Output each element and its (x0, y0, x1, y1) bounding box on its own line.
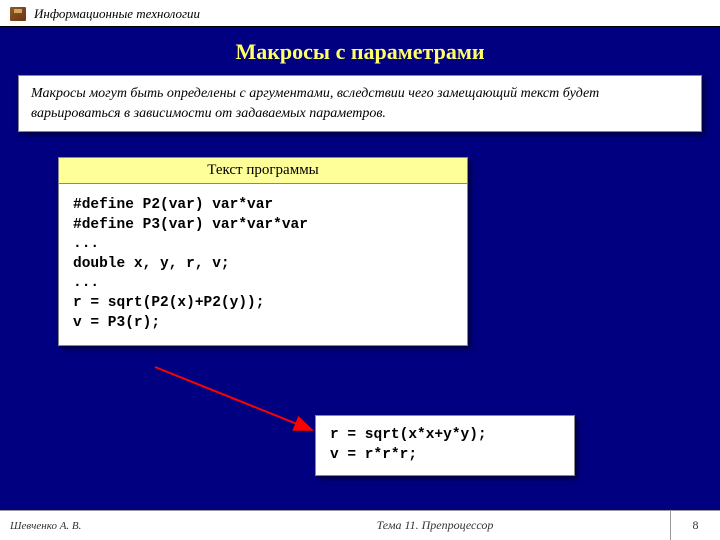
footer-page: 8 (670, 511, 720, 540)
slide-title: Макросы с параметрами (18, 39, 702, 65)
code-content: #define P2(var) var*var #define P3(var) … (59, 184, 467, 345)
code-box-title: Текст программы (59, 158, 467, 184)
header-bar: Информационные технологии (0, 0, 720, 27)
header-text: Информационные технологии (34, 6, 200, 22)
books-icon (10, 7, 26, 21)
footer-bar: Шевченко А. В. Тема 11. Препроцессор 8 (0, 510, 720, 540)
code-box: Текст программы #define P2(var) var*var … (58, 157, 468, 346)
footer-topic: Тема 11. Препроцессор (200, 518, 670, 533)
footer-author: Шевченко А. В. (0, 520, 200, 532)
result-box: r = sqrt(x*x+y*y); v = r*r*r; (315, 415, 575, 476)
intro-box: Макросы могут быть определены с аргумент… (18, 75, 702, 132)
slide-body: Макросы с параметрами Макросы могут быть… (0, 27, 720, 511)
arrow-icon (150, 362, 330, 442)
